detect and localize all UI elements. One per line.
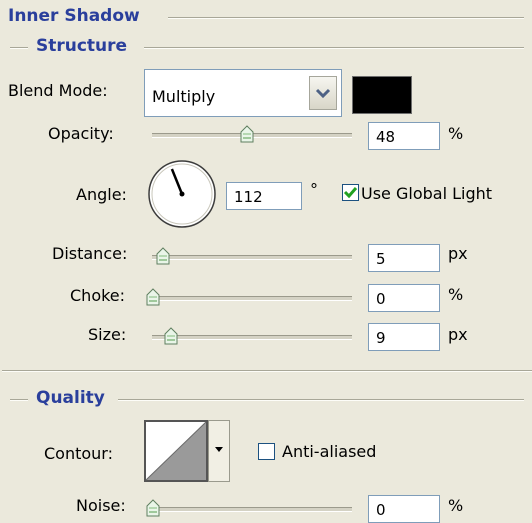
size-label: Size:: [88, 325, 127, 344]
distance-input[interactable]: 5: [368, 244, 440, 272]
choke-slider-thumb[interactable]: [146, 288, 160, 306]
section-separator: [2, 370, 532, 372]
angle-dial[interactable]: [146, 158, 218, 230]
size-slider-track[interactable]: [152, 335, 352, 340]
shadow-color-swatch[interactable]: [352, 76, 412, 114]
choke-label: Choke:: [70, 286, 126, 305]
inner-shadow-title: Inner Shadow: [8, 6, 140, 26]
structure-rule-right: [144, 47, 524, 49]
chevron-down-icon: [315, 88, 331, 99]
checkmark-icon: [343, 187, 358, 199]
inner-shadow-rule: [168, 17, 524, 19]
structure-rule-left: [10, 47, 28, 49]
noise-slider-track[interactable]: [148, 507, 352, 512]
noise-slider-thumb[interactable]: [146, 499, 160, 517]
opacity-unit: %: [448, 124, 464, 143]
blend-mode-dropdown-button[interactable]: [309, 76, 337, 110]
contour-preview[interactable]: [144, 420, 210, 484]
distance-slider-thumb[interactable]: [156, 247, 170, 265]
choke-unit: %: [448, 285, 464, 304]
angle-input[interactable]: 112: [226, 182, 302, 210]
triangle-down-icon: [215, 447, 223, 452]
quality-rule-left: [10, 399, 28, 401]
quality-rule-right: [118, 399, 524, 401]
contour-label: Contour:: [44, 444, 113, 463]
blend-mode-select[interactable]: Multiply: [144, 69, 342, 117]
contour-picker[interactable]: [144, 420, 232, 484]
distance-slider-track[interactable]: [152, 255, 352, 260]
noise-input[interactable]: 0: [368, 495, 440, 523]
quality-title: Quality: [36, 388, 105, 408]
contour-dropdown-button[interactable]: [208, 420, 230, 482]
anti-aliased-label[interactable]: Anti-aliased: [282, 442, 376, 461]
angle-label: Angle:: [76, 185, 127, 204]
structure-title: Structure: [36, 36, 128, 56]
size-input[interactable]: 9: [368, 323, 440, 351]
opacity-slider-thumb[interactable]: [240, 125, 254, 143]
anti-aliased-checkbox[interactable]: [258, 443, 275, 460]
noise-label: Noise:: [76, 496, 126, 515]
angle-unit: °: [310, 180, 318, 199]
blend-mode-label: Blend Mode:: [8, 81, 108, 100]
distance-label: Distance:: [52, 244, 128, 263]
opacity-label: Opacity:: [48, 124, 114, 143]
distance-unit: px: [448, 244, 468, 263]
noise-unit: %: [448, 496, 464, 515]
use-global-light-label[interactable]: Use Global Light: [361, 184, 492, 203]
size-slider-thumb[interactable]: [164, 327, 178, 345]
use-global-light-checkbox[interactable]: [342, 184, 359, 201]
choke-input[interactable]: 0: [368, 284, 440, 312]
opacity-input[interactable]: 48: [368, 122, 440, 150]
size-unit: px: [448, 325, 468, 344]
choke-slider-track[interactable]: [148, 296, 352, 301]
blend-mode-value: Multiply: [152, 87, 216, 106]
